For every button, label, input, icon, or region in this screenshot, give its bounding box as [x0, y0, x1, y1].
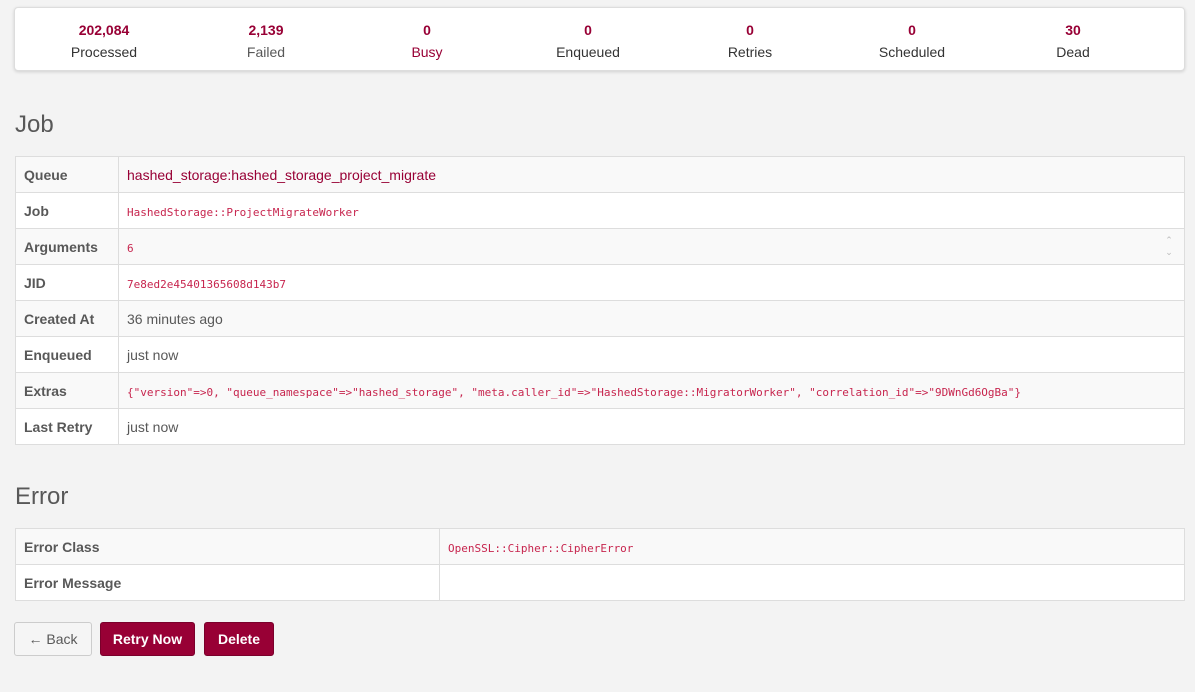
retry-now-button[interactable]: Retry Now	[100, 622, 195, 656]
scheduled-count: 0	[908, 22, 916, 38]
jid-value: 7e8ed2e45401365608d143b7	[127, 277, 286, 291]
job-heading: Job	[15, 111, 54, 138]
error-message-value	[439, 564, 1185, 601]
table-row-queue: Queue hashed_storage:hashed_storage_proj…	[15, 156, 1185, 193]
job-label: Job	[15, 192, 119, 229]
arguments-scrollbar[interactable]: ⌃ ⌄	[1164, 234, 1174, 258]
job-class-value: HashedStorage::ProjectMigrateWorker	[127, 205, 359, 219]
queue-label: Queue	[15, 156, 119, 193]
arguments-label: Arguments	[15, 228, 119, 265]
enqueued-row-label: Enqueued	[15, 336, 119, 373]
table-row-extras: Extras {"version"=>0, "queue_namespace"=…	[15, 372, 1185, 409]
summary-bar: 202,084 Processed 2,139 Failed 0 Busy 0 …	[14, 7, 1185, 71]
failed-label: Failed	[246, 44, 286, 60]
enqueued-count: 0	[584, 22, 592, 38]
created-at-label: Created At	[15, 300, 119, 337]
table-row-last-retry: Last Retry just now	[15, 408, 1185, 445]
error-table: Error Class OpenSSL::Cipher::CipherError…	[15, 528, 1185, 601]
retries-count: 0	[746, 22, 754, 38]
queue-link[interactable]: hashed_storage:hashed_storage_project_mi…	[127, 167, 436, 183]
error-message-label: Error Message	[15, 564, 440, 601]
busy-count: 0	[423, 22, 431, 38]
table-row-error-class: Error Class OpenSSL::Cipher::CipherError	[15, 528, 1185, 565]
processed-count: 202,084	[78, 22, 130, 38]
scroll-down-icon[interactable]: ⌄	[1164, 246, 1174, 258]
error-class-label: Error Class	[15, 528, 440, 565]
last-retry-value: just now	[118, 408, 1185, 445]
busy-label: Busy	[411, 44, 443, 60]
last-retry-label: Last Retry	[15, 408, 119, 445]
error-class-value: OpenSSL::Cipher::CipherError	[448, 541, 634, 555]
extras-value: {"version"=>0, "queue_namespace"=>"hashe…	[127, 385, 1022, 399]
error-heading: Error	[15, 483, 69, 510]
scroll-up-icon[interactable]: ⌃	[1164, 234, 1174, 246]
processed-label: Processed	[70, 44, 138, 60]
table-row-error-message: Error Message	[15, 564, 1185, 601]
table-row-created-at: Created At 36 minutes ago	[15, 300, 1185, 337]
scheduled-label: Scheduled	[878, 44, 946, 60]
job-table: Queue hashed_storage:hashed_storage_proj…	[15, 156, 1185, 445]
dead-label: Dead	[1056, 44, 1090, 60]
table-row-enqueued: Enqueued just now	[15, 336, 1185, 373]
table-row-job: Job HashedStorage::ProjectMigrateWorker	[15, 192, 1185, 229]
back-button[interactable]: ← Back	[14, 622, 92, 656]
table-row-arguments: Arguments 6 ⌃ ⌄	[15, 228, 1185, 265]
enqueued-value: just now	[118, 336, 1185, 373]
jid-label: JID	[15, 264, 119, 301]
extras-label: Extras	[15, 372, 119, 409]
created-at-value: 36 minutes ago	[118, 300, 1185, 337]
failed-count: 2,139	[248, 22, 284, 38]
delete-button[interactable]: Delete	[204, 622, 274, 656]
dead-count: 30	[1065, 22, 1081, 38]
retries-label: Retries	[727, 44, 773, 60]
table-row-jid: JID 7e8ed2e45401365608d143b7	[15, 264, 1185, 301]
arguments-value: 6	[127, 241, 134, 255]
enqueued-label: Enqueued	[556, 44, 620, 60]
